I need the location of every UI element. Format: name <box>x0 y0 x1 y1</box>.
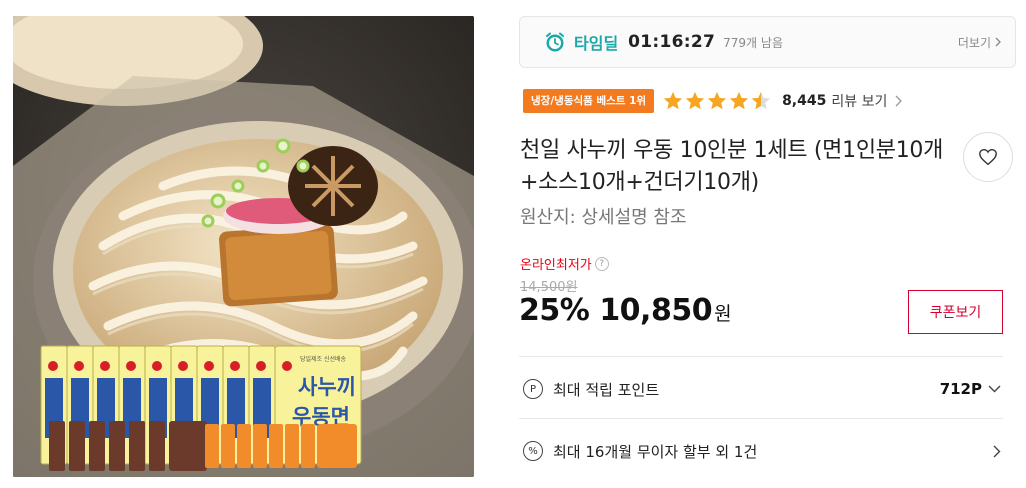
divider <box>519 418 1003 419</box>
point-icon: P <box>523 379 543 399</box>
timedeal-remaining: 779개 남음 <box>723 35 783 50</box>
price-row: 25% 10,850 원 <box>519 293 732 328</box>
help-icon[interactable]: ? <box>594 256 609 271</box>
lowest-price-text: 온라인최저가 <box>520 258 592 273</box>
divider <box>519 356 1003 357</box>
star-full-icon <box>685 91 705 110</box>
currency-unit: 원 <box>714 303 732 325</box>
rating-row: 냉장/냉동식품 베스트 1위 8,445 리뷰 보기 <box>523 88 903 114</box>
timedeal-more-link[interactable]: 더보기 <box>958 34 1001 51</box>
star-half-icon <box>751 91 771 110</box>
star-rating <box>662 90 772 112</box>
product-image: 당일제조 신선배송 사누끼 우동면 <box>13 16 474 477</box>
review-count[interactable]: 8,445 <box>782 93 826 109</box>
discount-rate: 25% <box>519 293 590 328</box>
timedeal-label: 타임딜 <box>574 34 619 53</box>
review-link[interactable]: 리뷰 보기 <box>831 91 887 111</box>
coupon-button[interactable]: 쿠폰보기 <box>908 290 1003 334</box>
chevron-down-icon[interactable] <box>988 385 1001 393</box>
chevron-right-icon[interactable] <box>993 445 1001 458</box>
timedeal-countdown: 01:16:27 <box>628 32 716 52</box>
alarm-clock-icon <box>544 30 568 54</box>
origin-info: 원산지: 상세설명 참조 <box>520 207 687 228</box>
package-name-line1: 사누끼 <box>298 375 356 399</box>
package-small-print: 당일제조 신선배송 <box>300 355 347 363</box>
timedeal-bar[interactable]: 타임딜 01:16:27 779개 남음 더보기 <box>519 16 1016 68</box>
lowest-price-label: 온라인최저가 ? <box>520 254 609 273</box>
best-rank-badge: 냉장/냉동식품 베스트 1위 <box>523 89 655 113</box>
chevron-right-icon <box>995 37 1001 47</box>
timedeal-more-label: 더보기 <box>957 35 991 50</box>
points-label: 최대 적립 포인트 <box>553 380 660 399</box>
product-title: 천일 사누끼 우동 10인분 1세트 (면1인분10개+소스10개+건더기10개… <box>520 138 944 195</box>
sale-price: 10,850 <box>599 293 713 328</box>
star-full-icon <box>729 91 749 110</box>
installment-label: 최대 16개월 무이자 할부 외 1건 <box>553 442 758 461</box>
wishlist-button[interactable] <box>963 132 1013 182</box>
points-value: 712P <box>939 380 982 398</box>
points-row[interactable]: P 최대 적립 포인트 712P <box>519 367 1003 411</box>
heart-icon <box>979 148 997 166</box>
star-full-icon <box>707 91 727 110</box>
installment-row[interactable]: % 최대 16개월 무이자 할부 외 1건 <box>519 429 1003 473</box>
chevron-right-icon[interactable] <box>895 95 903 107</box>
percent-icon: % <box>523 441 543 461</box>
star-full-icon <box>663 91 683 110</box>
